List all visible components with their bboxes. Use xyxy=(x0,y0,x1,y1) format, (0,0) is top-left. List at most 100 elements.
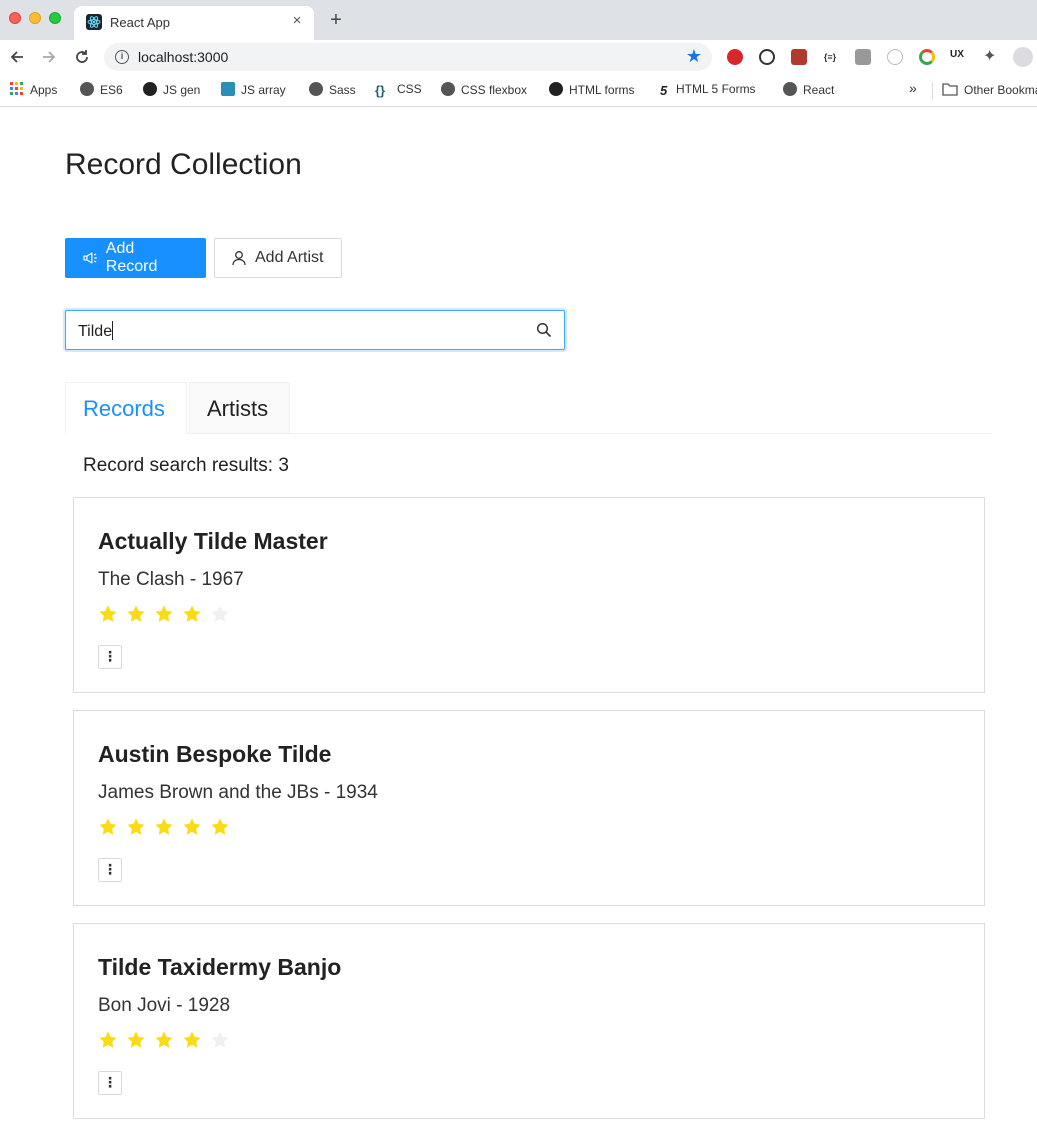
star-rating[interactable] xyxy=(98,1030,238,1054)
other-bookmarks-folder[interactable]: Other Bookmarks xyxy=(932,82,1037,100)
ux-extension-icon[interactable]: UX xyxy=(950,49,966,65)
search-input[interactable]: Tilde xyxy=(65,310,565,350)
apps-grid-icon xyxy=(10,82,23,95)
bookmark-html5-forms[interactable]: 5 HTML 5 Forms xyxy=(660,82,756,98)
tab-artists[interactable]: Artists xyxy=(189,382,290,434)
reload-icon[interactable] xyxy=(71,46,93,68)
star-filled-icon[interactable] xyxy=(98,817,126,841)
search-value[interactable]: Tilde xyxy=(78,321,114,341)
globe-icon xyxy=(441,82,455,96)
record-card: Austin Bespoke Tilde James Brown and the … xyxy=(73,710,985,906)
sound-icon xyxy=(83,252,97,264)
text-caret xyxy=(112,321,114,340)
bookmark-sass[interactable]: Sass xyxy=(309,82,356,98)
bookmark-label: JS gen xyxy=(163,83,201,97)
star-rating[interactable] xyxy=(98,817,238,841)
url-text: localhost:3000 xyxy=(138,49,229,65)
bookmark-css-flexbox[interactable]: CSS flexbox xyxy=(441,82,527,98)
record-card: Actually Tilde Master The Clash - 1967 ⋮ xyxy=(73,497,985,693)
bookmark-js-gen[interactable]: JS gen xyxy=(143,82,200,98)
extension-icon[interactable] xyxy=(919,49,935,65)
bookmark-label: Apps xyxy=(30,83,58,97)
github-icon xyxy=(143,82,157,96)
record-artist-year: The Clash - 1967 xyxy=(98,569,244,590)
more-options-button[interactable]: ⋮ xyxy=(98,858,122,882)
info-icon[interactable]: i xyxy=(115,50,129,64)
puzzle-icon[interactable]: ✦ xyxy=(983,49,999,65)
browser-titlebar: React App × + xyxy=(0,0,1037,40)
star-filled-icon[interactable] xyxy=(98,604,126,628)
star-filled-icon[interactable] xyxy=(182,1030,210,1054)
star-filled-icon[interactable] xyxy=(182,817,210,841)
maximize-window-button[interactable] xyxy=(49,12,61,24)
forward-arrow-icon[interactable] xyxy=(38,46,60,68)
bookmark-label: React xyxy=(803,83,835,97)
grammarly-extension-icon[interactable] xyxy=(759,49,775,65)
bookmark-react[interactable]: React xyxy=(783,82,834,98)
html5-icon: 5 xyxy=(660,83,668,98)
user-icon xyxy=(232,251,246,266)
bookmark-label: Sass xyxy=(329,83,356,97)
address-bar[interactable]: i localhost:3000 ★ xyxy=(104,43,712,71)
bookmark-apps[interactable]: Apps xyxy=(10,82,57,98)
bookmark-label: HTML forms xyxy=(569,83,635,97)
star-filled-icon[interactable] xyxy=(126,817,154,841)
bookmark-label: ES6 xyxy=(100,83,123,97)
more-options-button[interactable]: ⋮ xyxy=(98,645,122,669)
bookmark-html-forms[interactable]: HTML forms xyxy=(549,82,635,98)
star-filled-icon[interactable] xyxy=(154,1030,182,1054)
star-filled-icon[interactable] xyxy=(210,817,238,841)
new-tab-button[interactable]: + xyxy=(326,10,346,30)
record-title: Actually Tilde Master xyxy=(98,528,328,554)
star-filled-icon[interactable] xyxy=(154,604,182,628)
tab-records[interactable]: Records xyxy=(65,382,187,434)
add-record-label: Add Record xyxy=(105,240,158,275)
bookmark-site-icon xyxy=(221,82,235,96)
add-record-button[interactable]: Add Record xyxy=(65,238,206,278)
record-card: Tilde Taxidermy Banjo Bon Jovi - 1928 ⋮ xyxy=(73,923,985,1119)
bookmark-js-array[interactable]: JS array xyxy=(221,82,286,98)
bookmark-es6[interactable]: ES6 xyxy=(80,82,123,98)
star-empty-icon[interactable] xyxy=(210,604,238,628)
star-filled-icon[interactable] xyxy=(126,1030,154,1054)
star-filled-icon[interactable] xyxy=(154,817,182,841)
bookmark-css[interactable]: {} CSS xyxy=(375,82,422,98)
search-results-count: Record search results: 3 xyxy=(83,455,289,476)
minimize-window-button[interactable] xyxy=(29,12,41,24)
adblock-extension-icon[interactable] xyxy=(727,49,743,65)
extension-icon[interactable] xyxy=(791,49,807,65)
bookmark-star-icon[interactable]: ★ xyxy=(686,46,702,67)
search-icon[interactable] xyxy=(536,322,552,338)
browser-tab[interactable]: React App × xyxy=(74,6,314,40)
record-title: Tilde Taxidermy Banjo xyxy=(98,954,342,980)
star-empty-icon[interactable] xyxy=(210,1030,238,1054)
bookmark-label: Other Bookmarks xyxy=(964,83,1037,97)
page-title: Record Collection xyxy=(65,148,302,181)
more-options-button[interactable]: ⋮ xyxy=(98,1071,122,1095)
star-filled-icon[interactable] xyxy=(182,604,210,628)
add-artist-button[interactable]: Add Artist xyxy=(214,238,342,278)
bookmark-label: CSS xyxy=(397,82,422,96)
back-arrow-icon[interactable] xyxy=(6,46,28,68)
avatar[interactable] xyxy=(1013,47,1033,67)
star-filled-icon[interactable] xyxy=(98,1030,126,1054)
record-artist-year: Bon Jovi - 1928 xyxy=(98,995,231,1016)
star-rating[interactable] xyxy=(98,604,238,628)
star-filled-icon[interactable] xyxy=(126,604,154,628)
globe-icon xyxy=(309,82,323,96)
globe-icon xyxy=(783,82,797,96)
bookmarks-overflow-button[interactable]: » xyxy=(909,80,917,96)
braces-icon: {} xyxy=(375,83,386,98)
globe-icon xyxy=(80,82,94,96)
folder-icon xyxy=(942,83,958,96)
close-icon[interactable]: × xyxy=(288,12,306,30)
record-artist-year: James Brown and the JBs - 1934 xyxy=(98,782,378,803)
react-icon xyxy=(86,14,102,30)
close-window-button[interactable] xyxy=(9,12,21,24)
browser-toolbar: i localhost:3000 ★ {≡} UX ✦ xyxy=(0,40,1037,74)
extension-icon[interactable] xyxy=(887,49,903,65)
json-extension-icon[interactable]: {≡} xyxy=(822,49,838,65)
bookmarks-bar: Apps ES6 JS gen JS array Sass {} CSS CSS … xyxy=(0,74,1037,107)
extension-icon[interactable] xyxy=(855,49,871,65)
add-artist-label: Add Artist xyxy=(255,249,324,266)
